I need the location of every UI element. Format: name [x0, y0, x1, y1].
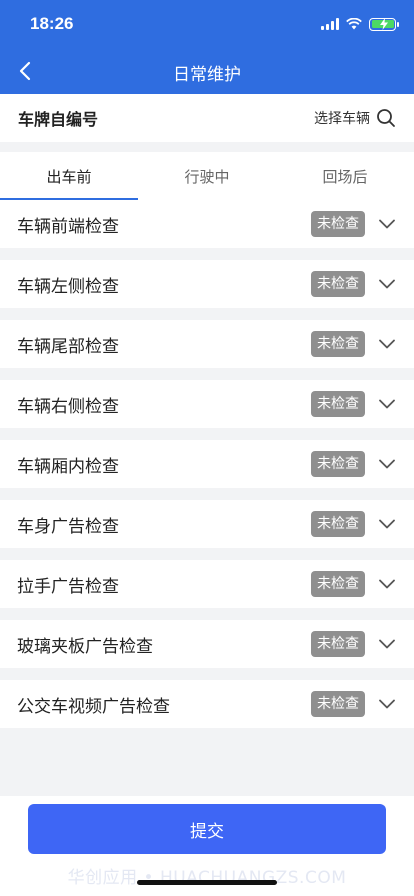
status-time: 18:26 [30, 14, 74, 33]
page-title: 日常维护 [173, 65, 241, 85]
select-vehicle-label: 选择车辆 [314, 111, 370, 127]
tab-before-departure[interactable]: 出车前 [0, 152, 138, 200]
status-badge: 未检查 [311, 391, 365, 417]
item-label: 车身广告检查 [17, 516, 119, 537]
list-item[interactable]: 车身广告检查 未检查 [0, 500, 414, 548]
select-vehicle-button[interactable]: 选择车辆 [314, 108, 396, 128]
list-item[interactable]: 车辆左侧检查 未检查 [0, 260, 414, 308]
status-badge: 未检查 [311, 571, 365, 597]
plate-label: 车牌自编号 [18, 110, 99, 129]
list-item[interactable]: 拉手广告检查 未检查 [0, 560, 414, 608]
wifi-icon [346, 18, 362, 30]
status-badge: 未检查 [311, 511, 365, 537]
list-item[interactable]: 车辆前端检查 未检查 [0, 200, 414, 248]
nav-bar: 日常维护 [0, 48, 414, 94]
chevron-down-icon[interactable] [377, 274, 397, 294]
plate-row: 车牌自编号 选择车辆 [0, 94, 414, 142]
inspection-list: 车辆前端检查 未检查 车辆左侧检查 未检查 车辆尾部检查 未检查 车辆右侧检查 … [0, 200, 414, 740]
tab-in-transit[interactable]: 行驶中 [138, 152, 276, 200]
item-label: 车辆厢内检查 [17, 456, 119, 477]
item-label: 车辆尾部检查 [17, 336, 119, 357]
search-icon [377, 109, 395, 127]
status-badge: 未检查 [311, 631, 365, 657]
item-label: 车辆右侧检查 [17, 396, 119, 417]
status-badge: 未检查 [311, 211, 365, 237]
status-badge: 未检查 [311, 331, 365, 357]
tab-bar: 出车前 行驶中 回场后 [0, 152, 414, 200]
chevron-down-icon[interactable] [377, 394, 397, 414]
list-item[interactable]: 玻璃夹板广告检查 未检查 [0, 620, 414, 668]
chevron-down-icon[interactable] [377, 694, 397, 714]
chevron-down-icon[interactable] [377, 454, 397, 474]
status-bar: 18:26 [0, 0, 414, 48]
list-item[interactable]: 车辆右侧检查 未检查 [0, 380, 414, 428]
chevron-down-icon[interactable] [377, 634, 397, 654]
item-label: 车辆左侧检查 [17, 276, 119, 297]
signal-icon [321, 18, 339, 30]
chevron-down-icon[interactable] [377, 514, 397, 534]
status-icons [321, 16, 399, 32]
home-indicator [137, 880, 277, 885]
list-item[interactable]: 车辆尾部检查 未检查 [0, 320, 414, 368]
list-item[interactable]: 公交车视频广告检查 未检查 [0, 680, 414, 728]
item-label: 车辆前端检查 [17, 216, 119, 237]
status-badge: 未检查 [311, 271, 365, 297]
chevron-down-icon[interactable] [377, 574, 397, 594]
item-label: 拉手广告检查 [17, 576, 119, 597]
battery-icon [369, 17, 399, 31]
chevron-down-icon[interactable] [377, 334, 397, 354]
status-badge: 未检查 [311, 451, 365, 477]
chevron-down-icon[interactable] [377, 214, 397, 234]
tab-after-return[interactable]: 回场后 [276, 152, 414, 200]
item-label: 玻璃夹板广告检查 [17, 636, 153, 657]
item-label: 公交车视频广告检查 [17, 696, 170, 717]
submit-button[interactable]: 提交 [28, 804, 386, 854]
app-header: 18:26 日常维护 [0, 0, 414, 94]
status-badge: 未检查 [311, 691, 365, 717]
list-item[interactable]: 车辆厢内检查 未检查 [0, 440, 414, 488]
